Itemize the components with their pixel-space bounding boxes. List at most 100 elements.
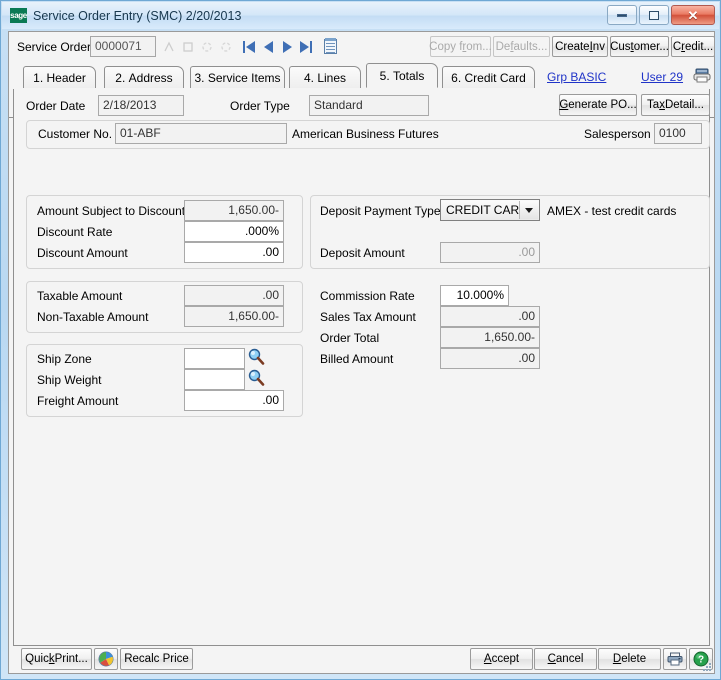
- deposit-amount-label: Deposit Amount: [320, 246, 405, 260]
- deposit-payment-type-label: Deposit Payment Type: [320, 204, 441, 218]
- previous-record-icon[interactable]: [260, 38, 276, 55]
- refresh-icon[interactable]: [199, 38, 215, 55]
- window-controls: ✕: [607, 5, 715, 25]
- accept-button[interactable]: Accept: [470, 648, 533, 670]
- deposit-payment-type-select[interactable]: CREDIT CARD: [440, 199, 540, 221]
- tab-credit-card[interactable]: 6. Credit Card: [442, 66, 535, 88]
- sales-tax-amount-value: .00: [440, 306, 540, 327]
- group-link[interactable]: Grp BASIC: [547, 70, 606, 84]
- commission-rate-input[interactable]: 10.000%: [440, 285, 509, 306]
- chevron-down-icon[interactable]: [519, 201, 538, 219]
- non-taxable-amount-value: 1,650.00-: [184, 306, 284, 327]
- tab-credit-card-num: 6.: [451, 70, 462, 85]
- quick-print-button[interactable]: Quic k Print...: [21, 648, 92, 670]
- open-record-icon[interactable]: [180, 38, 196, 55]
- tab-service-items-num: 3.: [194, 70, 205, 85]
- tab-totals-num: 5.: [379, 68, 390, 83]
- last-record-icon[interactable]: [298, 38, 314, 55]
- new-record-icon[interactable]: [161, 38, 177, 55]
- tax-detail-button[interactable]: Ta x Detail...: [641, 94, 710, 116]
- discount-rate-input[interactable]: .000%: [184, 221, 284, 242]
- customer-no-input[interactable]: 01-ABF: [115, 123, 287, 144]
- customer-no-label: Customer No.: [38, 127, 113, 141]
- maximize-icon: [649, 10, 659, 20]
- client-area: Service Order 0000071 Copy f r om... De …: [8, 31, 715, 674]
- delete-button[interactable]: Delete: [598, 648, 661, 670]
- billed-amount-value: .00: [440, 348, 540, 369]
- deposit-payment-type-value: CREDIT CARD: [446, 203, 528, 217]
- service-order-input[interactable]: 0000071: [90, 36, 156, 57]
- recalc-price-button[interactable]: Recalc Price: [120, 648, 193, 670]
- ship-weight-lookup-icon[interactable]: [248, 369, 265, 386]
- discount-amount-input[interactable]: .00: [184, 242, 284, 263]
- memo-icon[interactable]: [322, 38, 338, 55]
- ship-zone-input[interactable]: [184, 348, 245, 369]
- credit-button[interactable]: Cr edit...: [671, 36, 715, 57]
- ship-zone-label: Ship Zone: [37, 352, 92, 366]
- copy-from-button: Copy f r om...: [429, 36, 492, 57]
- close-button[interactable]: ✕: [671, 5, 715, 25]
- order-date-input[interactable]: 2/18/2013: [98, 95, 184, 116]
- close-icon: ✕: [687, 7, 699, 23]
- user-link[interactable]: User 29: [641, 70, 683, 84]
- cancel-button[interactable]: Cancel: [534, 648, 597, 670]
- order-type-input[interactable]: Standard: [309, 95, 429, 116]
- window-title: Service Order Entry (SMC) 2/20/2013: [33, 8, 242, 23]
- application-window: sage Service Order Entry (SMC) 2/20/2013…: [0, 0, 721, 680]
- deposit-amount-input: .00: [440, 242, 540, 263]
- tab-address[interactable]: 2. Address: [104, 66, 184, 88]
- tab-lines-label: Lines: [317, 70, 347, 85]
- amount-subject-to-discount-label: Amount Subject to Discount: [37, 204, 186, 218]
- discount-amount-label: Discount Amount: [37, 246, 128, 260]
- record-navigation: [161, 36, 338, 57]
- maximize-button[interactable]: [639, 5, 669, 25]
- amount-subject-to-discount-value: 1,650.00-: [184, 200, 284, 221]
- toolbar: Service Order 0000071 Copy f r om... De …: [9, 32, 715, 62]
- ship-zone-lookup-icon[interactable]: [248, 348, 265, 365]
- order-total-value: 1,650.00-: [440, 327, 540, 348]
- taxable-amount-label: Taxable Amount: [37, 289, 123, 303]
- sage-logo-icon: sage: [10, 8, 27, 23]
- tab-totals[interactable]: 5. Totals: [366, 63, 438, 88]
- tab-address-num: 2.: [115, 70, 126, 85]
- printer-icon: [667, 652, 683, 666]
- print-button[interactable]: [663, 648, 687, 670]
- customer-button[interactable]: Cus t omer...: [610, 36, 669, 57]
- ship-weight-input[interactable]: [184, 369, 245, 390]
- tab-service-items-label: Service Items: [207, 70, 281, 85]
- order-total-label: Order Total: [320, 331, 380, 345]
- salesperson-input[interactable]: 0100: [654, 123, 702, 144]
- next-record-icon[interactable]: [279, 38, 295, 55]
- tab-strip: 1. Header 2. Address 3. Service Items 4.…: [9, 62, 714, 118]
- discount-rate-label: Discount Rate: [37, 225, 113, 239]
- order-date-label: Order Date: [26, 99, 86, 113]
- freight-amount-label: Freight Amount: [37, 394, 119, 408]
- commission-rate-label: Commission Rate: [320, 289, 415, 303]
- taxable-amount-value: .00: [184, 285, 284, 306]
- footer-bar: Quic k Print... Recalc Price Accept Cance…: [9, 648, 714, 673]
- tab-lines[interactable]: 4. Lines: [289, 66, 361, 88]
- billed-amount-label: Billed Amount: [320, 352, 394, 366]
- minimize-icon: [617, 13, 627, 17]
- printer-setup-icon[interactable]: [693, 68, 711, 83]
- service-order-label: Service Order: [17, 40, 92, 54]
- ship-weight-label: Ship Weight: [37, 373, 102, 387]
- tab-lines-num: 4.: [303, 70, 314, 85]
- business-insights-button[interactable]: [94, 648, 118, 670]
- first-record-icon[interactable]: [241, 38, 257, 55]
- tab-header-label: Header: [46, 70, 86, 85]
- non-taxable-amount-label: Non-Taxable Amount: [37, 310, 149, 324]
- card-info-text: AMEX - test credit cards: [547, 204, 677, 218]
- generate-po-button[interactable]: Generate PO...: [559, 94, 637, 116]
- tab-service-items[interactable]: 3. Service Items: [190, 66, 285, 88]
- create-inv-button[interactable]: Create Inv: [552, 36, 608, 57]
- resize-grip[interactable]: [700, 659, 712, 671]
- totals-panel: Order Date 2/18/2013 Order Type Standard…: [13, 89, 710, 646]
- undo-icon[interactable]: [218, 38, 234, 55]
- tab-header[interactable]: 1. Header: [23, 66, 96, 88]
- freight-amount-input[interactable]: .00: [184, 390, 284, 411]
- business-insights-icon: [98, 651, 114, 667]
- sales-tax-amount-label: Sales Tax Amount: [320, 310, 416, 324]
- minimize-button[interactable]: [607, 5, 637, 25]
- customer-name-text: American Business Futures: [292, 127, 439, 141]
